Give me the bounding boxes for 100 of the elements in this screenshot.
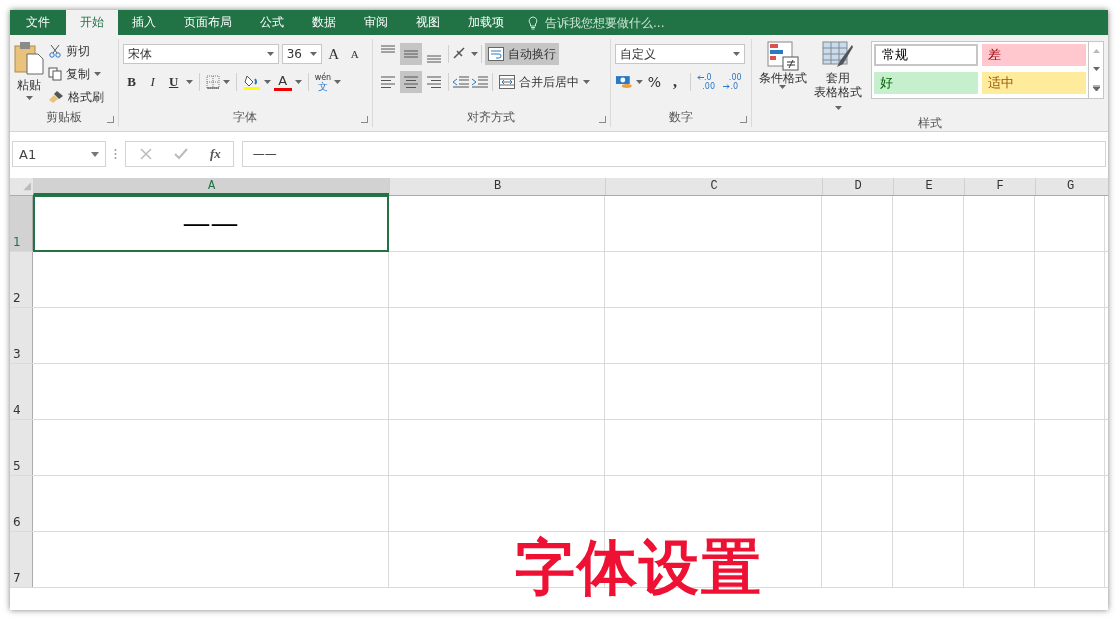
ribbon-tab[interactable]: 数据 bbox=[298, 10, 350, 35]
number-format-dropdown[interactable]: 自定义 bbox=[615, 44, 745, 64]
cell-text: —— bbox=[182, 207, 239, 240]
gallery-scrollbar[interactable] bbox=[1088, 42, 1103, 98]
paste-button[interactable]: 粘贴 bbox=[14, 41, 44, 107]
row-header[interactable]: 2 bbox=[10, 252, 33, 307]
cancel-icon[interactable] bbox=[140, 148, 152, 160]
column-header[interactable]: G bbox=[1035, 178, 1105, 195]
ribbon-tab[interactable]: 开始 bbox=[66, 10, 118, 35]
drag-handle-icon[interactable] bbox=[114, 148, 117, 160]
caret-icon bbox=[263, 80, 271, 84]
vertical-align-icon bbox=[402, 50, 419, 58]
percent-button[interactable]: % bbox=[645, 72, 664, 92]
right-arrow-icon bbox=[723, 84, 731, 89]
phonetic-guide-button[interactable]: wén 文 bbox=[314, 73, 332, 91]
formula-input[interactable]: —— bbox=[241, 141, 1106, 167]
currency-icon[interactable] bbox=[615, 74, 633, 90]
merge-center-button[interactable]: 合并后居中 bbox=[495, 71, 593, 93]
decrease-indent-icon[interactable] bbox=[451, 75, 470, 89]
fill-color-icon[interactable] bbox=[242, 73, 261, 91]
row-header[interactable]: 6 bbox=[10, 476, 33, 531]
copy-button[interactable]: 复制 bbox=[48, 64, 104, 84]
horizontal-align-icon bbox=[402, 74, 419, 90]
format-painter-button[interactable]: 格式刷 bbox=[48, 87, 104, 107]
caret-icon bbox=[91, 151, 99, 157]
clipboard-icon bbox=[14, 41, 44, 75]
ribbon-tab[interactable]: 公式 bbox=[246, 10, 298, 35]
dialog-launcher-icon[interactable] bbox=[106, 116, 114, 123]
caret-icon bbox=[94, 72, 101, 76]
scroll-down-icon[interactable] bbox=[1092, 67, 1100, 71]
column-header[interactable]: C bbox=[605, 178, 822, 195]
cell-style-swatch[interactable]: 好 bbox=[874, 72, 978, 94]
caret-icon bbox=[834, 106, 842, 110]
borders-icon[interactable] bbox=[205, 75, 220, 89]
conditional-formatting-button[interactable]: 条件格式 bbox=[756, 41, 810, 113]
horizontal-align-icon bbox=[379, 74, 396, 90]
decrease-decimal-button[interactable]: .00 .0 bbox=[723, 73, 747, 91]
cell-style-swatch[interactable]: 常规 bbox=[874, 44, 978, 66]
dialog-launcher-icon[interactable] bbox=[599, 116, 606, 123]
row-header[interactable]: 1 bbox=[10, 196, 33, 251]
increase-font-button[interactable]: A bbox=[324, 44, 343, 64]
group-label: 数字 bbox=[668, 109, 694, 126]
caret-icon bbox=[222, 80, 230, 84]
ribbon-tab[interactable]: 页面布局 bbox=[170, 10, 246, 35]
column-header[interactable]: A bbox=[33, 178, 389, 195]
increase-indent-icon[interactable] bbox=[470, 75, 489, 89]
caret-icon bbox=[266, 52, 274, 56]
scroll-up-icon[interactable] bbox=[1092, 49, 1100, 53]
conditional-formatting-icon bbox=[766, 41, 799, 71]
tell-me-search-field[interactable]: 告诉我您想要做什么... bbox=[543, 14, 747, 31]
underline-button[interactable]: U bbox=[164, 72, 183, 92]
dialog-launcher-icon[interactable] bbox=[360, 116, 368, 123]
column-header[interactable]: E bbox=[893, 178, 964, 195]
wrap-text-button[interactable]: 自动换行 bbox=[484, 43, 559, 65]
row-header[interactable]: 7 bbox=[10, 532, 33, 587]
wrap-text-icon bbox=[487, 47, 504, 61]
paintbrush-icon bbox=[48, 90, 64, 104]
ribbon-tab[interactable]: 加载项 bbox=[454, 10, 518, 35]
insert-function-button[interactable]: fx bbox=[210, 146, 221, 162]
horizontal-align-button[interactable] bbox=[399, 71, 422, 93]
left-arrow-icon bbox=[696, 75, 704, 80]
caret-icon bbox=[582, 80, 590, 84]
ribbon-tab[interactable]: 文件 bbox=[10, 10, 66, 35]
check-icon[interactable] bbox=[174, 148, 188, 160]
row-header[interactable]: 5 bbox=[10, 420, 33, 475]
column-header[interactable]: F bbox=[964, 178, 1035, 195]
increase-decimal-button[interactable]: .0 .00 bbox=[696, 73, 721, 91]
font-color-button[interactable]: A bbox=[273, 73, 292, 91]
cell-style-swatch[interactable]: 差 bbox=[982, 44, 1086, 66]
comma-style-button[interactable]: , bbox=[666, 72, 684, 92]
italic-button[interactable]: I bbox=[143, 72, 162, 92]
expand-gallery-icon[interactable] bbox=[1092, 85, 1100, 91]
ribbon-tab[interactable]: 审阅 bbox=[350, 10, 402, 35]
ribbon-tab[interactable]: 插入 bbox=[118, 10, 170, 35]
decrease-font-button[interactable]: A bbox=[345, 44, 364, 64]
caret-icon bbox=[334, 80, 342, 84]
caret-icon bbox=[309, 52, 317, 56]
scissors-icon bbox=[48, 44, 62, 58]
dialog-launcher-icon[interactable] bbox=[740, 116, 747, 123]
cell-style-swatch[interactable]: 适中 bbox=[982, 72, 1086, 94]
bold-button[interactable]: B bbox=[122, 72, 141, 92]
font-size-dropdown[interactable]: 36 bbox=[281, 44, 322, 64]
name-box[interactable]: A1 bbox=[12, 141, 106, 167]
cut-button[interactable]: 剪切 bbox=[48, 41, 104, 61]
row-header[interactable]: 4 bbox=[10, 364, 33, 419]
ribbon-tab[interactable]: 视图 bbox=[402, 10, 454, 35]
horizontal-align-icon bbox=[425, 74, 442, 90]
format-as-table-button[interactable]: 套用 表格格式 bbox=[811, 41, 865, 113]
row-header[interactable]: 3 bbox=[10, 308, 33, 363]
caret-icon bbox=[470, 52, 478, 56]
caret-icon bbox=[185, 80, 193, 84]
caret-icon bbox=[294, 80, 302, 84]
font-name-dropdown[interactable]: 宋体 bbox=[122, 44, 279, 64]
group-label: 剪贴板 bbox=[44, 109, 83, 126]
column-header[interactable]: D bbox=[822, 178, 893, 195]
column-header[interactable]: B bbox=[389, 178, 605, 195]
caption-text: 字体设置 bbox=[515, 531, 763, 604]
group-label: 字体 bbox=[232, 109, 259, 126]
lightbulb-icon bbox=[528, 15, 538, 30]
vertical-align-button[interactable] bbox=[399, 43, 422, 65]
